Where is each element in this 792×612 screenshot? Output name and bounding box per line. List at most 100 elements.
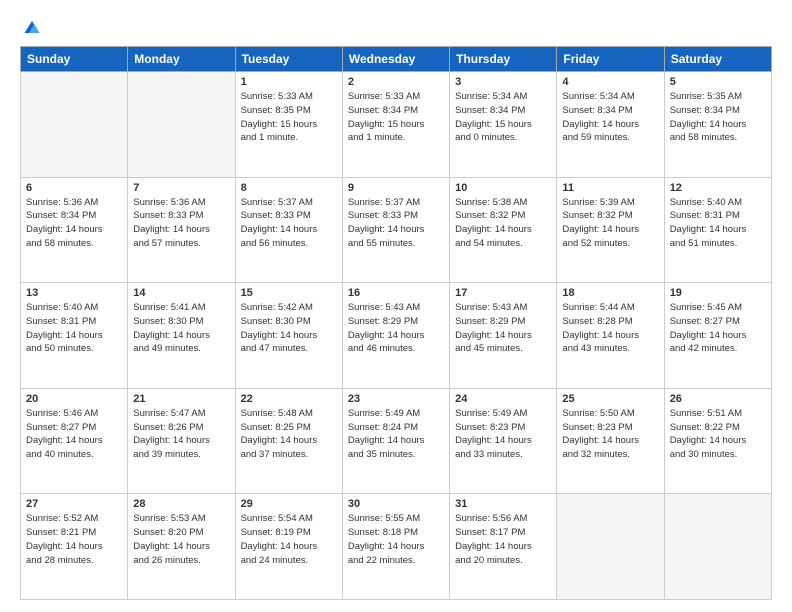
day-info: Sunrise: 5:46 AM Sunset: 8:27 PM Dayligh… — [26, 407, 122, 462]
calendar-cell: 9 Sunrise: 5:37 AM Sunset: 8:33 PM Daylig… — [342, 177, 449, 283]
calendar-cell: 10Sunrise: 5:38 AM Sunset: 8:32 PM Dayli… — [450, 177, 557, 283]
header — [20, 16, 772, 36]
day-info: Sunrise: 5:54 AM Sunset: 8:19 PM Dayligh… — [241, 512, 337, 567]
logo — [20, 16, 41, 36]
week-row-4: 20 Sunrise: 5:46 AM Sunset: 8:27 PM Dayli… — [21, 388, 772, 494]
calendar-cell: 26 Sunrise: 5:51 AM Sunset: 8:22 PM Dayli… — [664, 388, 771, 494]
calendar-cell: 21Sunrise: 5:47 AM Sunset: 8:26 PM Dayli… — [128, 388, 235, 494]
calendar-cell: 23Sunrise: 5:49 AM Sunset: 8:24 PM Dayli… — [342, 388, 449, 494]
day-info: Sunrise: 5:36 AM Sunset: 8:34 PM Dayligh… — [26, 196, 122, 251]
day-number: 13 — [26, 287, 122, 299]
header-sunday: Sunday — [21, 47, 128, 72]
day-info: Sunrise: 5:53 AM Sunset: 8:20 PM Dayligh… — [133, 512, 229, 567]
day-info: Sunrise: 5:38 AM Sunset: 8:32 PM Dayligh… — [455, 196, 551, 251]
calendar-cell: 30 Sunrise: 5:55 AM Sunset: 8:18 PM Dayli… — [342, 494, 449, 600]
day-info: Sunrise: 5:37 AM Sunset: 8:33 PM Dayligh… — [241, 196, 337, 251]
day-number: 20 — [26, 393, 122, 405]
day-info: Sunrise: 5:33 AM Sunset: 8:34 PM Dayligh… — [348, 90, 444, 145]
day-number: 4 — [562, 76, 658, 88]
calendar-cell: 11Sunrise: 5:39 AM Sunset: 8:32 PM Dayli… — [557, 177, 664, 283]
calendar-cell — [664, 494, 771, 600]
calendar-cell: 5Sunrise: 5:35 AM Sunset: 8:34 PM Daylig… — [664, 72, 771, 178]
header-wednesday: Wednesday — [342, 47, 449, 72]
calendar-cell: 13 Sunrise: 5:40 AM Sunset: 8:31 PM Dayli… — [21, 283, 128, 389]
header-saturday: Saturday — [664, 47, 771, 72]
day-info: Sunrise: 5:48 AM Sunset: 8:25 PM Dayligh… — [241, 407, 337, 462]
day-number: 24 — [455, 393, 551, 405]
day-info: Sunrise: 5:50 AM Sunset: 8:23 PM Dayligh… — [562, 407, 658, 462]
day-info: Sunrise: 5:51 AM Sunset: 8:22 PM Dayligh… — [670, 407, 766, 462]
day-number: 25 — [562, 393, 658, 405]
logo-icon — [23, 18, 41, 36]
calendar-cell: 27 Sunrise: 5:52 AM Sunset: 8:21 PM Dayli… — [21, 494, 128, 600]
calendar-cell: 18 Sunrise: 5:44 AM Sunset: 8:28 PM Dayli… — [557, 283, 664, 389]
header-tuesday: Tuesday — [235, 47, 342, 72]
day-number: 28 — [133, 498, 229, 510]
day-number: 9 — [348, 182, 444, 194]
day-number: 19 — [670, 287, 766, 299]
day-info: Sunrise: 5:44 AM Sunset: 8:28 PM Dayligh… — [562, 301, 658, 356]
day-number: 12 — [670, 182, 766, 194]
day-number: 2 — [348, 76, 444, 88]
day-info: Sunrise: 5:55 AM Sunset: 8:18 PM Dayligh… — [348, 512, 444, 567]
calendar-cell: 14Sunrise: 5:41 AM Sunset: 8:30 PM Dayli… — [128, 283, 235, 389]
day-info: Sunrise: 5:47 AM Sunset: 8:26 PM Dayligh… — [133, 407, 229, 462]
day-number: 8 — [241, 182, 337, 194]
day-info: Sunrise: 5:42 AM Sunset: 8:30 PM Dayligh… — [241, 301, 337, 356]
calendar-cell: 3 Sunrise: 5:34 AM Sunset: 8:34 PM Daylig… — [450, 72, 557, 178]
calendar-cell: 7 Sunrise: 5:36 AM Sunset: 8:33 PM Daylig… — [128, 177, 235, 283]
calendar-cell: 24 Sunrise: 5:49 AM Sunset: 8:23 PM Dayli… — [450, 388, 557, 494]
week-row-3: 13 Sunrise: 5:40 AM Sunset: 8:31 PM Dayli… — [21, 283, 772, 389]
day-number: 3 — [455, 76, 551, 88]
day-info: Sunrise: 5:49 AM Sunset: 8:23 PM Dayligh… — [455, 407, 551, 462]
day-number: 6 — [26, 182, 122, 194]
calendar-cell: 17Sunrise: 5:43 AM Sunset: 8:29 PM Dayli… — [450, 283, 557, 389]
day-number: 11 — [562, 182, 658, 194]
calendar-cell: 22 Sunrise: 5:48 AM Sunset: 8:25 PM Dayli… — [235, 388, 342, 494]
calendar-cell: 1 Sunrise: 5:33 AM Sunset: 8:35 PM Daylig… — [235, 72, 342, 178]
day-info: Sunrise: 5:36 AM Sunset: 8:33 PM Dayligh… — [133, 196, 229, 251]
calendar-cell: 16 Sunrise: 5:43 AM Sunset: 8:29 PM Dayli… — [342, 283, 449, 389]
header-friday: Friday — [557, 47, 664, 72]
calendar-cell: 15Sunrise: 5:42 AM Sunset: 8:30 PM Dayli… — [235, 283, 342, 389]
calendar-cell — [557, 494, 664, 600]
calendar-cell: 29Sunrise: 5:54 AM Sunset: 8:19 PM Dayli… — [235, 494, 342, 600]
day-number: 7 — [133, 182, 229, 194]
calendar-header-row: Sunday Monday Tuesday Wednesday Thursday… — [21, 47, 772, 72]
day-info: Sunrise: 5:45 AM Sunset: 8:27 PM Dayligh… — [670, 301, 766, 356]
day-number: 18 — [562, 287, 658, 299]
day-number: 26 — [670, 393, 766, 405]
week-row-5: 27 Sunrise: 5:52 AM Sunset: 8:21 PM Dayli… — [21, 494, 772, 600]
calendar-cell: 19 Sunrise: 5:45 AM Sunset: 8:27 PM Dayli… — [664, 283, 771, 389]
day-info: Sunrise: 5:33 AM Sunset: 8:35 PM Dayligh… — [241, 90, 337, 145]
calendar-table: Sunday Monday Tuesday Wednesday Thursday… — [20, 46, 772, 600]
calendar-cell: 12 Sunrise: 5:40 AM Sunset: 8:31 PM Dayli… — [664, 177, 771, 283]
day-info: Sunrise: 5:52 AM Sunset: 8:21 PM Dayligh… — [26, 512, 122, 567]
day-number: 31 — [455, 498, 551, 510]
day-number: 22 — [241, 393, 337, 405]
calendar-cell: 2 Sunrise: 5:33 AM Sunset: 8:34 PM Daylig… — [342, 72, 449, 178]
calendar-cell — [21, 72, 128, 178]
calendar-cell: 6 Sunrise: 5:36 AM Sunset: 8:34 PM Daylig… — [21, 177, 128, 283]
day-number: 5 — [670, 76, 766, 88]
calendar-cell: 31 Sunrise: 5:56 AM Sunset: 8:17 PM Dayli… — [450, 494, 557, 600]
day-info: Sunrise: 5:40 AM Sunset: 8:31 PM Dayligh… — [670, 196, 766, 251]
day-number: 27 — [26, 498, 122, 510]
calendar-cell — [128, 72, 235, 178]
calendar-cell: 20 Sunrise: 5:46 AM Sunset: 8:27 PM Dayli… — [21, 388, 128, 494]
day-info: Sunrise: 5:34 AM Sunset: 8:34 PM Dayligh… — [455, 90, 551, 145]
calendar-cell: 25 Sunrise: 5:50 AM Sunset: 8:23 PM Dayli… — [557, 388, 664, 494]
day-number: 16 — [348, 287, 444, 299]
day-info: Sunrise: 5:40 AM Sunset: 8:31 PM Dayligh… — [26, 301, 122, 356]
day-info: Sunrise: 5:41 AM Sunset: 8:30 PM Dayligh… — [133, 301, 229, 356]
day-info: Sunrise: 5:37 AM Sunset: 8:33 PM Dayligh… — [348, 196, 444, 251]
day-number: 30 — [348, 498, 444, 510]
week-row-1: 1 Sunrise: 5:33 AM Sunset: 8:35 PM Daylig… — [21, 72, 772, 178]
calendar-cell: 4 Sunrise: 5:34 AM Sunset: 8:34 PM Daylig… — [557, 72, 664, 178]
calendar-cell: 8 Sunrise: 5:37 AM Sunset: 8:33 PM Daylig… — [235, 177, 342, 283]
day-info: Sunrise: 5:56 AM Sunset: 8:17 PM Dayligh… — [455, 512, 551, 567]
day-info: Sunrise: 5:49 AM Sunset: 8:24 PM Dayligh… — [348, 407, 444, 462]
day-info: Sunrise: 5:34 AM Sunset: 8:34 PM Dayligh… — [562, 90, 658, 145]
day-info: Sunrise: 5:43 AM Sunset: 8:29 PM Dayligh… — [348, 301, 444, 356]
day-number: 1 — [241, 76, 337, 88]
